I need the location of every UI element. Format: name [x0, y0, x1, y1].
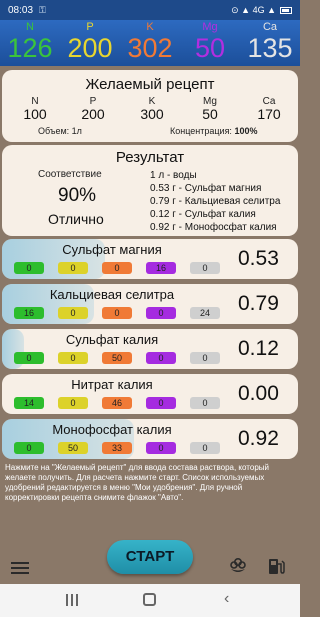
recipe-col-k: K 300: [127, 96, 177, 122]
level-pill-mg: 0: [146, 397, 176, 409]
level-pill-n: 0: [14, 442, 44, 454]
recipe-title: Желаемый рецепт: [85, 76, 215, 93]
battery-icon: [280, 6, 292, 14]
home-icon[interactable]: [143, 593, 156, 606]
signal-indicators: ⊙ ▲ 4G ▲: [231, 4, 276, 15]
header-elem-symbol: K: [146, 21, 154, 33]
fertilizer-card-potassium-sulfate[interactable]: Сульфат калия 0 0 50 0 0 0.12: [2, 329, 298, 369]
result-line: 0.79 г - Кальциевая селитра: [150, 196, 281, 207]
fertilizer-amount: 0.00: [238, 382, 279, 405]
header-elem-mg: Mg 50: [180, 20, 240, 63]
fertilizer-card-potassium-nitrate[interactable]: Нитрат калия 14 0 46 0 0 0.00: [2, 374, 298, 414]
result-line: 0.53 г - Сульфат магния: [150, 183, 262, 194]
fertilizer-amount: 0.79: [238, 292, 279, 315]
fertilizer-card-magnesium-sulfate[interactable]: Сульфат магния 0 0 0 16 0 0.53: [2, 239, 298, 279]
header-elem-symbol: P: [86, 21, 94, 33]
status-time: 08:03: [8, 4, 34, 16]
start-button[interactable]: СТАРТ: [107, 540, 193, 574]
fertilizer-amount: 0.53: [238, 247, 279, 270]
element-totals-header: N 126 P 200 K 302 Mg 50 Ca 135: [0, 20, 300, 66]
level-pill-ca: 0: [190, 442, 220, 454]
level-pill-p: 0: [58, 352, 88, 364]
match-label: Соответствие: [38, 169, 102, 180]
help-hint: Нажмите на "Желаемый рецепт" для ввода с…: [5, 463, 269, 502]
level-pill-p: 50: [58, 442, 88, 454]
header-elem-n: N 126: [0, 20, 60, 63]
level-pill-mg: 16: [146, 262, 176, 274]
status-bar: 08:03 ⚿ ⊙ ▲ 4G ▲: [0, 0, 300, 20]
level-pill-ca: 24: [190, 307, 220, 319]
level-pill-n: 0: [14, 262, 44, 274]
level-pill-k: 50: [102, 352, 132, 364]
result-list: 1 л - воды 0.53 г - Сульфат магния 0.79 …: [150, 169, 280, 234]
fertilizer-name: Нитрат калия: [71, 377, 153, 392]
level-pill-n: 16: [14, 307, 44, 319]
key-icon: ⚿: [39, 4, 46, 15]
level-pill-mg: 0: [146, 307, 176, 319]
recipe-col-n: N 100: [10, 96, 60, 122]
level-pill-k: 0: [102, 262, 132, 274]
fertilizer-amount: 0.12: [238, 337, 279, 360]
header-elem-value: 50: [194, 33, 226, 63]
level-pill-k: 33: [102, 442, 132, 454]
flower-icon[interactable]: [228, 556, 248, 576]
header-elem-value: 302: [127, 33, 173, 63]
level-pill-p: 0: [58, 307, 88, 319]
match-value: 90%: [58, 185, 97, 206]
header-elem-symbol: N: [26, 21, 34, 33]
system-nav-bar: ‹: [0, 584, 300, 617]
header-elem-symbol: Ca: [262, 21, 278, 33]
recipe-col-value: 300: [140, 106, 164, 122]
header-elem-value: 135: [247, 33, 293, 63]
recipe-col-value: 50: [202, 106, 218, 122]
fertilizer-card-calcium-nitrate[interactable]: Кальциевая селитра 16 0 0 0 24 0.79: [2, 284, 298, 324]
level-pill-p: 0: [58, 262, 88, 274]
level-pill-ca: 0: [190, 262, 220, 274]
result-line: 1 л - воды: [150, 170, 197, 181]
recipe-col-value: 100: [23, 106, 47, 122]
hamburger-menu-icon[interactable]: [11, 562, 29, 577]
bottom-toolbar: СТАРТ: [0, 540, 300, 584]
recipe-volume: Объем: 1л: [38, 126, 82, 136]
result-line: 0.12 г - Сульфат калия: [150, 209, 256, 220]
recipe-concentration: Концентрация: 100%: [170, 126, 257, 136]
level-pill-k: 0: [102, 307, 132, 319]
recipe-col-p: P 200: [68, 96, 118, 122]
header-elem-k: K 302: [120, 20, 180, 63]
fertilizer-name: Сульфат магния: [62, 242, 162, 257]
fertilizer-name: Монофосфат калия: [52, 422, 172, 437]
recipe-col-value: 170: [257, 106, 281, 122]
header-elem-p: P 200: [60, 20, 120, 63]
status-indicators: ⊙ ▲ 4G ▲: [231, 5, 292, 16]
concentration-value: 100%: [234, 126, 258, 136]
fertilizer-name: Кальциевая селитра: [49, 287, 175, 302]
fertilizer-name: Сульфат калия: [65, 332, 159, 347]
header-elem-value: 200: [67, 33, 113, 63]
fertilizer-amount: 0.92: [238, 427, 279, 450]
level-pill-n: 0: [14, 352, 44, 364]
result-line: 0.92 г - Монофосфат калия: [150, 222, 277, 233]
header-elem-ca: Ca 135: [240, 20, 300, 63]
desired-recipe-card[interactable]: Желаемый рецепт N 100 P 200 K 300 Mg 50 …: [2, 70, 298, 142]
header-elem-symbol: Mg: [202, 21, 218, 33]
concentration-label: Концентрация:: [170, 126, 232, 136]
level-pill-k: 46: [102, 397, 132, 409]
level-pill-p: 0: [58, 397, 88, 409]
level-pill-ca: 0: [190, 397, 220, 409]
fuel-pump-icon[interactable]: [266, 556, 286, 576]
back-icon[interactable]: ‹: [224, 591, 229, 607]
result-title: Результат: [115, 149, 185, 166]
header-elem-value: 126: [7, 33, 53, 63]
result-card: Результат Соответствие 90% Отлично 1 л -…: [2, 145, 298, 236]
level-pill-n: 14: [14, 397, 44, 409]
recipe-col-value: 200: [81, 106, 105, 122]
level-pill-ca: 0: [190, 352, 220, 364]
level-pill-mg: 0: [146, 352, 176, 364]
match-rating: Отлично: [48, 211, 104, 227]
recent-apps-icon[interactable]: [66, 594, 78, 606]
level-pill-mg: 0: [146, 442, 176, 454]
fertilizer-card-monopotassium-phosphate[interactable]: Монофосфат калия 0 50 33 0 0 0.92: [2, 419, 298, 459]
recipe-col-ca: Ca 170: [244, 96, 294, 122]
recipe-col-mg: Mg 50: [185, 96, 235, 122]
